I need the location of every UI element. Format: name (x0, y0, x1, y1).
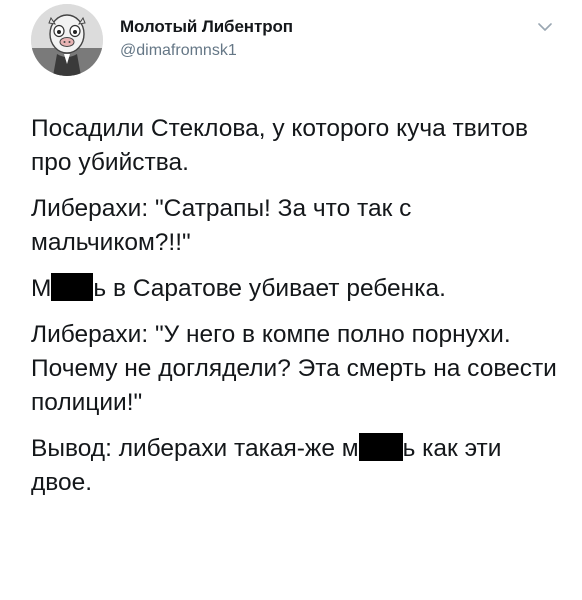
redaction-bar (358, 433, 403, 461)
tweet-paragraph-5: Вывод: либерахи такая-же мь как эти двое… (31, 432, 561, 500)
tweet-paragraph-2: Либерахи: "Сатрапы! За что так с мальчик… (31, 195, 412, 256)
tweet-paragraph-4: Либерахи: "У него в компе полно порнухи.… (31, 321, 557, 416)
tweet-paragraph-3: Мь в Саратове убивает ребенка. (31, 272, 561, 306)
tweet: Молотый Либентроп @dimafromnsk1 Посадили… (0, 0, 582, 600)
user-handle[interactable]: @dimafromnsk1 (120, 42, 237, 60)
text-segment: М (31, 275, 52, 302)
tweet-text: Посадили Стеклова, у которого куча твито… (31, 112, 561, 512)
text-segment: Вывод: либерахи такая-же м (31, 435, 359, 462)
redaction-bar (51, 273, 94, 301)
display-name[interactable]: Молотый Либентроп (120, 17, 293, 37)
tweet-paragraph-1: Посадили Стеклова, у которого куча твито… (31, 115, 529, 176)
text-segment: ь в Саратове убивает ребенка. (93, 275, 446, 302)
avatar[interactable] (31, 4, 103, 76)
chevron-down-icon[interactable] (538, 22, 552, 32)
avatar-image (31, 4, 103, 76)
